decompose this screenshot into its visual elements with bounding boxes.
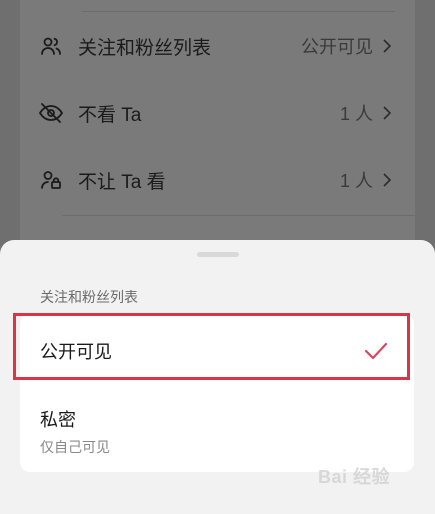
settings-row-value: 公开可见 bbox=[301, 33, 391, 59]
sheet-drag-handle[interactable] bbox=[197, 252, 239, 257]
divider bbox=[82, 11, 395, 12]
value-text: 1 人 bbox=[339, 171, 373, 191]
settings-row-follow-fans-list[interactable]: 关注和粉丝列表 公开可见 bbox=[20, 13, 415, 79]
divider bbox=[62, 215, 415, 216]
baidu-watermark: Bai 经验 bbox=[318, 467, 391, 487]
settings-row-not-see[interactable]: 不看 Ta 1 人 bbox=[20, 80, 415, 146]
chevron-right-icon bbox=[383, 39, 391, 53]
chevron-right-icon bbox=[383, 106, 391, 120]
settings-row-label: 关注和粉丝列表 bbox=[78, 37, 212, 59]
users-icon bbox=[38, 33, 64, 59]
settings-row-value: 1 人 bbox=[340, 167, 391, 193]
eye-off-icon bbox=[38, 100, 64, 126]
value-text: 公开可见 bbox=[301, 37, 373, 57]
settings-row-not-let-see[interactable]: 不让 Ta 看 1 人 bbox=[20, 147, 415, 213]
option-private[interactable]: 私密 仅自己可见 bbox=[20, 380, 414, 472]
sheet-title: 关注和粉丝列表 bbox=[40, 289, 138, 305]
option-description: 仅自己可见 bbox=[40, 439, 110, 455]
settings-row-value: 1 人 bbox=[340, 100, 391, 126]
option-public[interactable]: 公开可见 bbox=[20, 314, 414, 380]
settings-row-label: 不看 Ta bbox=[78, 104, 142, 126]
visibility-options: 公开可见 私密 仅自己可见 bbox=[20, 314, 414, 472]
option-label: 公开可见 bbox=[40, 342, 112, 362]
option-label: 私密 bbox=[40, 410, 76, 430]
check-icon bbox=[364, 342, 388, 360]
user-lock-icon bbox=[38, 167, 64, 193]
chevron-right-icon bbox=[383, 173, 391, 187]
settings-row-label: 不让 Ta 看 bbox=[78, 171, 166, 193]
value-text: 1 人 bbox=[339, 104, 373, 124]
